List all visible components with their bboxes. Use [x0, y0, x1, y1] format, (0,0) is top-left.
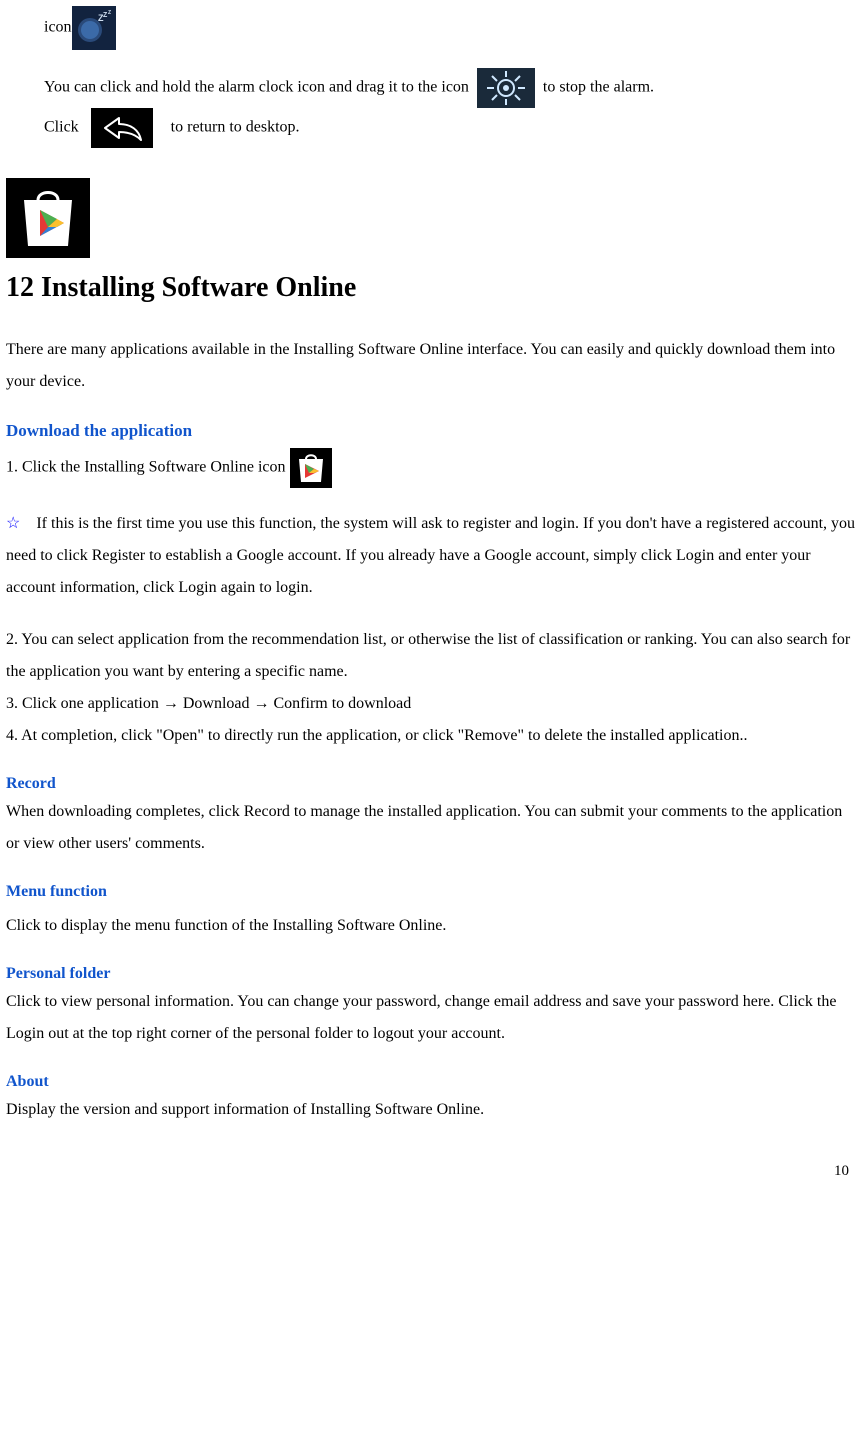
intro-paragraph: There are many applications available in…: [6, 334, 859, 398]
page-number: 10: [6, 1156, 859, 1186]
star-bullet: ☆: [6, 515, 20, 532]
download-note: If this is the first time you use this f…: [6, 515, 855, 596]
sleep-zzz-icon: Z Z Z: [72, 6, 116, 50]
download-step3: 3. Click one application → Download → Co…: [6, 688, 859, 720]
personal-body: Click to view personal information. You …: [6, 986, 859, 1050]
alarm-drag-text-b: to stop the alarm.: [543, 79, 654, 96]
click-text-a: Click: [44, 119, 83, 136]
record-heading: Record: [6, 772, 859, 796]
play-store-large-icon: [6, 178, 90, 258]
click-text-b: to return to desktop.: [171, 119, 300, 136]
section-heading-12: 12 Installing Software Online: [6, 270, 859, 306]
download-step4: 4. At completion, click "Open" to direct…: [6, 720, 859, 752]
alarm-drag-text-a: You can click and hold the alarm clock i…: [44, 79, 473, 96]
icon-label-text: icon: [44, 19, 72, 36]
download-step1: 1. Click the Installing Software Online …: [6, 459, 290, 476]
back-arrow-icon: [91, 108, 153, 148]
download-step2: 2. You can select application from the r…: [6, 624, 859, 688]
about-body: Display the version and support informat…: [6, 1094, 859, 1126]
brightness-target-icon: [477, 68, 535, 108]
svg-text:Z: Z: [108, 10, 111, 16]
play-store-small-icon: [290, 448, 332, 488]
record-body: When downloading completes, click Record…: [6, 796, 859, 860]
about-heading: About: [6, 1070, 859, 1094]
personal-heading: Personal folder: [6, 962, 859, 986]
menu-body: Click to display the menu function of th…: [6, 910, 859, 942]
download-heading: Download the application: [6, 418, 859, 444]
menu-heading: Menu function: [6, 880, 859, 904]
